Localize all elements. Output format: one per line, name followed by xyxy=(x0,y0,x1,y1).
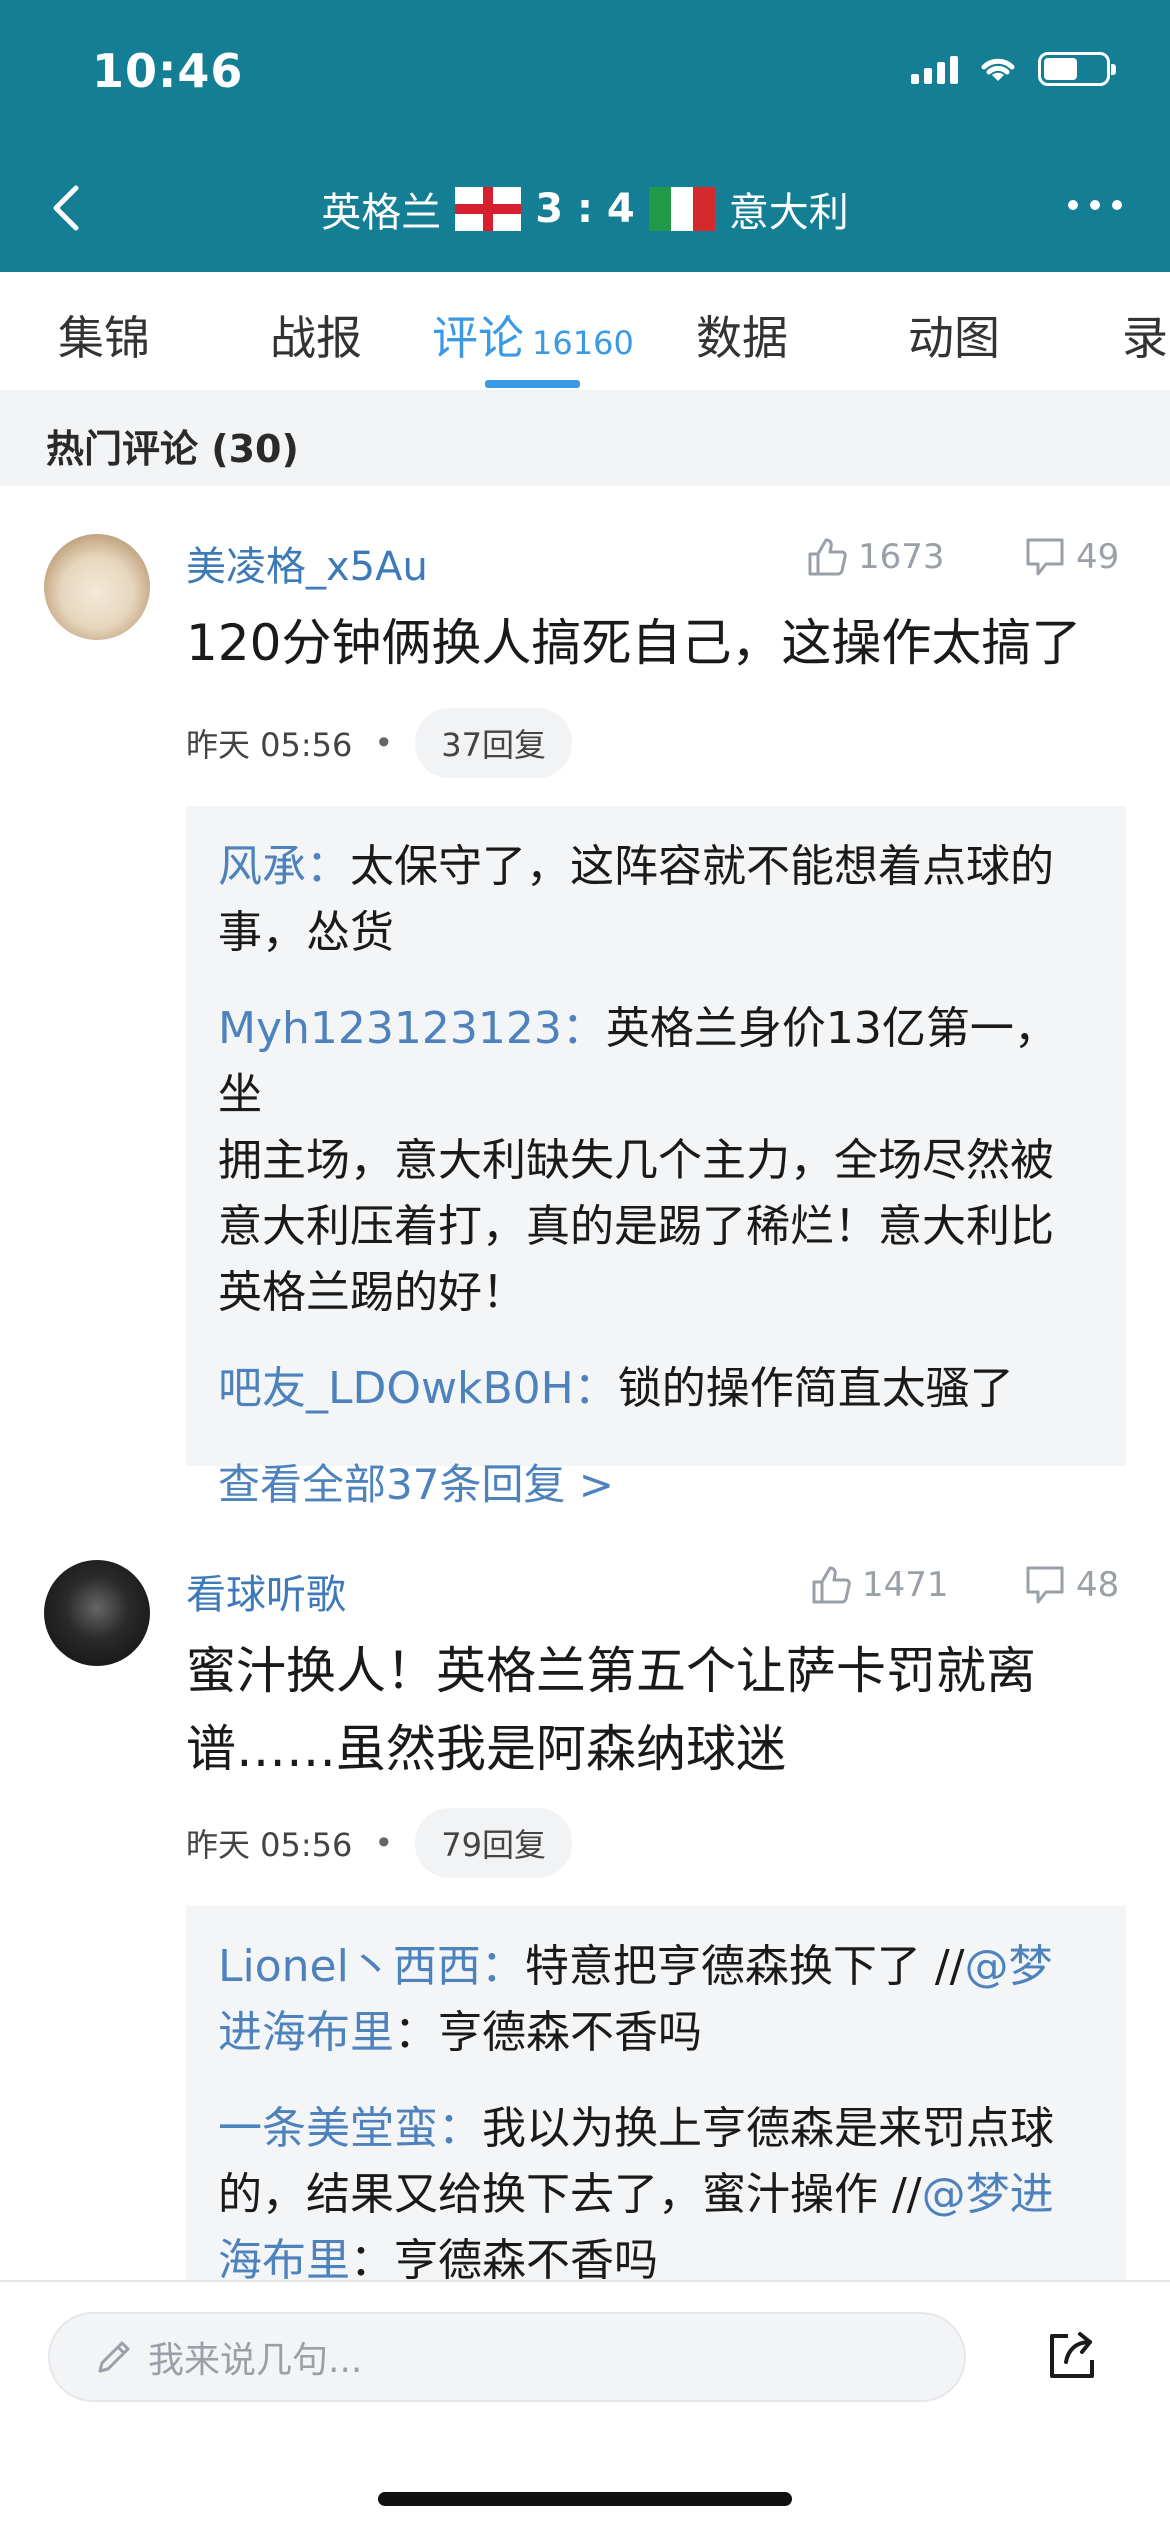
reply-text: 的，结果又给换下去了，蜜汁操作 // xyxy=(218,2169,922,2220)
reply-item[interactable]: Myh123123123：英格兰身价13亿第一，坐 拥主场，意大利缺失几个主力，… xyxy=(218,996,1094,1326)
reply-text: 我以为换上亨德森是来罚点球 xyxy=(482,2103,1054,2154)
match-score: 3 : 4 xyxy=(535,186,635,232)
meta-separator: • xyxy=(374,724,394,762)
like-count: 1471 xyxy=(862,1565,949,1605)
pencil-icon xyxy=(98,2341,130,2373)
comment-meta: 昨天 05:56 • 37回复 xyxy=(186,708,573,778)
like-count: 1673 xyxy=(858,537,945,577)
thumbs-down-icon xyxy=(1026,538,1064,576)
comment-input-placeholder: 我来说几句... xyxy=(148,2340,363,2381)
comment-meta: 昨天 05:56 • 79回复 xyxy=(186,1808,573,1878)
tab-comments-count: 16160 xyxy=(532,324,634,362)
home-team-name: 英格兰 xyxy=(321,190,442,236)
mention-link[interactable]: 进海布里 xyxy=(218,2007,394,2058)
italy-flag-icon xyxy=(648,187,715,231)
thumbs-up-icon xyxy=(812,1566,851,1604)
reply-username[interactable]: 吧友_LDOwkB0H： xyxy=(218,1363,618,1414)
mention-link[interactable]: @梦进 xyxy=(922,2169,1054,2220)
match-header: 10:46 英格兰 3 : 4 意大利 xyxy=(0,0,1170,272)
dislike-count: 48 xyxy=(1076,1565,1120,1605)
meta-separator: • xyxy=(374,1824,394,1862)
reply-text: ：亨德森不香吗 xyxy=(350,2235,658,2286)
dislike-button[interactable]: 48 xyxy=(1024,1564,1119,1606)
comment-username[interactable]: 看球听歌 xyxy=(186,1562,346,1620)
share-icon[interactable] xyxy=(1042,2326,1102,2386)
avatar[interactable] xyxy=(44,1560,150,1666)
view-all-replies-link[interactable]: 查看全部37条回复 > xyxy=(218,1452,1094,1518)
cellular-signal-icon xyxy=(911,54,958,84)
active-tab-indicator xyxy=(485,380,580,388)
tab-comments[interactable]: 评论 16160 xyxy=(432,302,634,368)
comment-text-line: 谱……虽然我是阿森纳球迷 xyxy=(186,1720,786,1778)
avatar[interactable] xyxy=(44,534,150,640)
reply-item[interactable]: 吧友_LDOwkB0H：锁的操作简直太骚了 xyxy=(218,1356,1094,1422)
reply-text: ：亨德森不香吗 xyxy=(394,2007,702,2058)
comment-time: 昨天 05:56 xyxy=(186,726,353,764)
nav-bar: 英格兰 3 : 4 意大利 xyxy=(0,160,1170,260)
reply-username[interactable]: Lionel丶西西： xyxy=(218,1941,525,1992)
tab-record[interactable]: 录 xyxy=(1122,302,1168,368)
comment-username[interactable]: 美凌格_x5Au xyxy=(186,534,428,592)
wifi-icon xyxy=(981,58,1015,81)
reply-text: 拥主场，意大利缺失几个主力，全场尽然被 xyxy=(218,1135,1054,1186)
reply-text: 意大利压着打，真的是踢了稀烂！意大利比 xyxy=(218,1201,1054,1252)
dislike-count: 49 xyxy=(1076,537,1120,577)
reply-count-button[interactable]: 79回复 xyxy=(415,1808,573,1878)
tab-stats[interactable]: 数据 xyxy=(696,302,788,368)
like-button[interactable]: 1673 xyxy=(806,536,945,578)
tab-highlights[interactable]: 集锦 xyxy=(58,302,150,368)
battery-icon xyxy=(1038,52,1116,86)
comment-time: 昨天 05:56 xyxy=(186,1826,353,1864)
comment-input[interactable]: 我来说几句... xyxy=(48,2312,966,2402)
reply-item[interactable]: 风承：太保守了，这阵容就不能想着点球的 事，怂货 xyxy=(218,834,1094,966)
comment-text: 蜜汁换人！英格兰第五个让萨卡罚就离 谱……虽然我是阿森纳球迷 xyxy=(186,1632,1126,1788)
dislike-button[interactable]: 49 xyxy=(1024,536,1119,578)
away-team-name: 意大利 xyxy=(728,190,849,236)
reply-text: 英格兰踢的好！ xyxy=(218,1267,526,1318)
comment-input-bar: 我来说几句... xyxy=(0,2280,1170,2532)
thumbs-up-icon xyxy=(808,538,847,576)
comment-text-line: 蜜汁换人！英格兰第五个让萨卡罚就离 xyxy=(186,1642,1036,1700)
replies-box: 风承：太保守了，这阵容就不能想着点球的 事，怂货 Myh123123123：英格… xyxy=(186,806,1126,1509)
tab-bar: 集锦 战报 评论 16160 数据 动图 录 xyxy=(0,272,1170,390)
reply-text: 锁的操作简直太骚了 xyxy=(617,1363,1014,1414)
thumbs-down-icon xyxy=(1026,1566,1064,1604)
reply-username[interactable]: 一条美堂蛮： xyxy=(218,2103,482,2154)
mention-link[interactable]: 海布里 xyxy=(218,2235,350,2286)
home-indicator xyxy=(378,2492,792,2506)
comment-text: 120分钟俩换人搞死自己，这操作太搞了 xyxy=(186,604,1126,682)
reply-text: 特意把亨德森换下了 // xyxy=(524,1941,965,1992)
reply-username[interactable]: 风承： xyxy=(218,841,350,892)
tab-comments-label: 评论 xyxy=(432,311,524,365)
reply-text: 太保守了，这阵容就不能想着点球的 xyxy=(350,841,1054,892)
reply-text: 事，怂货 xyxy=(218,907,394,958)
mention-link[interactable]: @梦 xyxy=(964,1941,1052,1992)
status-icons xyxy=(911,52,1116,86)
like-button[interactable]: 1471 xyxy=(810,1564,949,1606)
status-time: 10:46 xyxy=(92,44,244,98)
reply-item[interactable]: Lionel丶西西：特意把亨德森换下了 //@梦 进海布里：亨德森不香吗 xyxy=(218,1934,1094,2066)
tab-gifs[interactable]: 动图 xyxy=(908,302,1000,368)
comment-text-line: 120分钟俩换人搞死自己，这操作太搞了 xyxy=(186,614,1082,672)
tab-report[interactable]: 战报 xyxy=(270,302,362,368)
hot-comments-header: 热门评论 (30) xyxy=(0,390,1170,486)
reply-count-button[interactable]: 37回复 xyxy=(415,708,573,778)
england-flag-icon xyxy=(455,187,522,231)
reply-username[interactable]: Myh123123123： xyxy=(218,1003,606,1054)
match-score-title: 英格兰 3 : 4 意大利 xyxy=(0,180,1170,238)
more-options-icon[interactable] xyxy=(1068,200,1122,210)
reply-item[interactable]: 一条美堂蛮：我以为换上亨德森是来罚点球 的，结果又给换下去了，蜜汁操作 //@梦… xyxy=(218,2096,1094,2294)
replies-box: Lionel丶西西：特意把亨德森换下了 //@梦 进海布里：亨德森不香吗 一条美… xyxy=(186,1906,1126,2326)
